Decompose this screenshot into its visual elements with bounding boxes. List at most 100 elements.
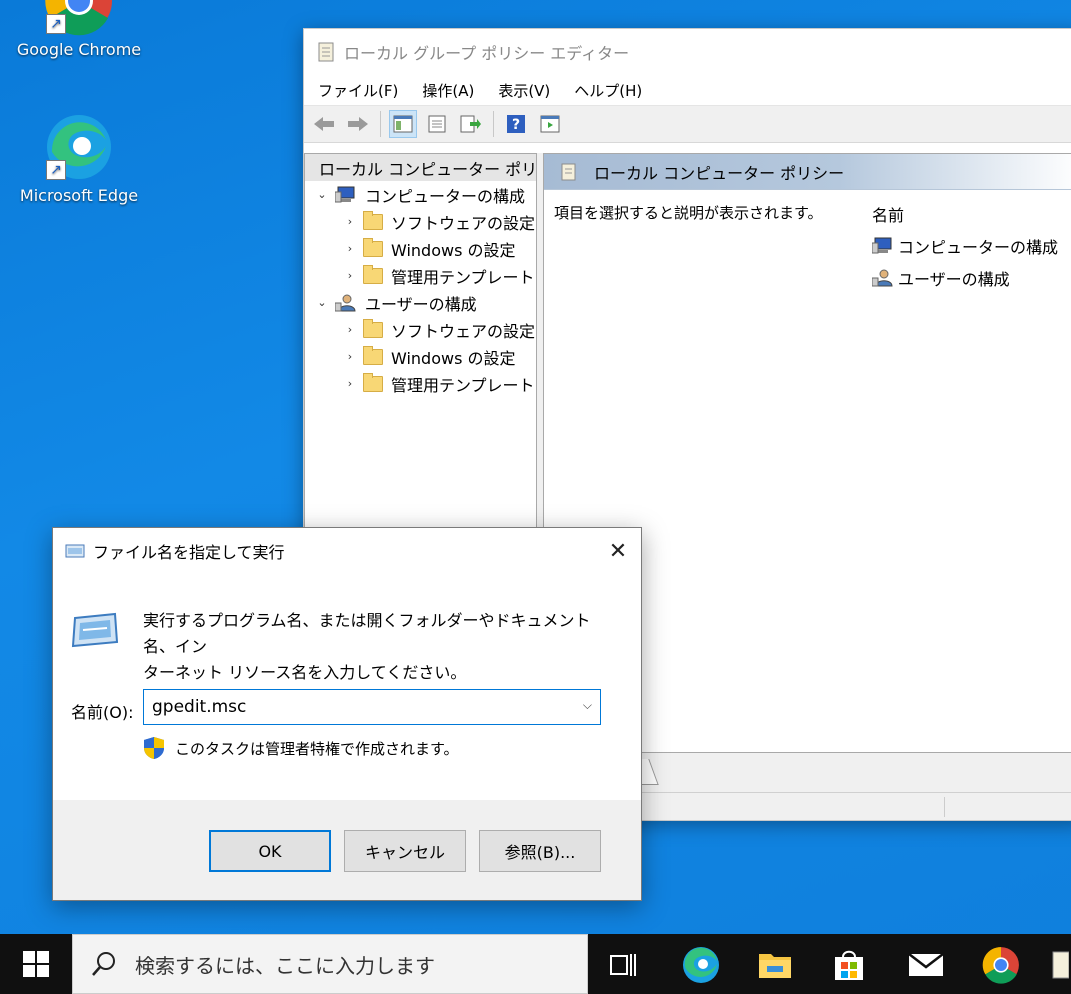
tree-item-computer-windows[interactable]: › Windows の設定 [305,235,536,262]
details-header: ローカル コンピューター ポリシー [544,154,1071,190]
desktop-icon-label: Microsoft Edge [19,186,139,205]
view-icon [540,115,560,133]
user-icon [335,294,356,311]
run-dialog: ファイル名を指定して実行 ✕ 実行するプログラム名、または開くフォルダーやドキュ… [52,527,642,901]
edge-icon [683,947,719,983]
chevron-down-icon[interactable]: ⌄ [315,188,329,201]
policy-icon [318,42,334,62]
menu-file[interactable]: ファイル(F) [318,80,398,101]
shortcut-arrow-icon: ↗ [46,160,66,180]
chrome-icon: ↗ [44,0,114,36]
gpedit-toolbar: ? [304,105,1071,143]
computer-icon [872,237,892,254]
column-header-name[interactable]: 名前 [872,202,1058,226]
chevron-right-icon[interactable]: › [343,350,357,363]
run-title: ファイル名を指定して実行 [93,543,285,562]
folder-icon [363,318,383,338]
tree-item-user-admin-templates[interactable]: › 管理用テンプレート [305,370,536,397]
properties-button[interactable] [423,110,451,138]
chevron-right-icon[interactable]: › [343,242,357,255]
run-titlebar[interactable]: ファイル名を指定して実行 [53,528,641,574]
menu-help[interactable]: ヘルプ(H) [574,80,642,101]
name-label: 名前(O): [71,703,134,722]
policy-icon [561,163,576,180]
close-icon: ✕ [608,538,628,564]
chevron-down-icon[interactable]: ⌵ [583,698,592,713]
show-hide-tree-button[interactable] [389,110,417,138]
taskbar-search[interactable]: 検索するには、ここに入力します [72,934,588,994]
gpedit-title: ローカル グループ ポリシー エディター [344,44,630,63]
taskbar-mail[interactable] [903,942,949,988]
menu-view[interactable]: 表示(V) [498,80,550,101]
gpedit-menubar: ファイル(F) 操作(A) 表示(V) ヘルプ(H) [304,75,1071,105]
taskbar-store[interactable] [826,942,872,988]
chevron-right-icon[interactable]: › [343,377,357,390]
tree-item-computer-config[interactable]: ⌄ コンピューターの構成 [305,181,536,208]
shortcut-arrow-icon: ↗ [46,14,66,34]
ok-button[interactable]: OK [209,830,331,872]
forward-button[interactable] [344,110,372,138]
windows-logo-icon [23,951,49,977]
list-item-user-config[interactable]: ユーザーの構成 [872,266,1058,290]
view-button[interactable] [536,110,564,138]
folder-icon [363,210,383,230]
search-icon [92,952,115,976]
search-placeholder: 検索するには、ここに入力します [135,953,435,978]
details-list: 名前 コンピューターの構成 ユーザーの構成 [872,202,1058,290]
task-view-button[interactable] [600,942,646,988]
task-view-icon [610,954,636,976]
run-message: 実行するプログラム名、または開くフォルダーやドキュメント名、イン ターネット リ… [143,611,591,682]
console-tree-icon [393,115,413,133]
edge-icon: ↗ [44,112,114,182]
desktop-icon-label: Google Chrome [16,40,142,59]
help-icon: ? [507,115,525,133]
command-combobox[interactable]: gpedit.msc ⌵ [143,689,601,725]
export-icon [460,115,481,133]
mail-icon [908,953,944,976]
chevron-down-icon[interactable]: ⌄ [315,296,329,309]
uac-shield-icon [144,737,164,759]
close-button[interactable]: ✕ [595,528,641,574]
chevron-right-icon[interactable]: › [343,215,357,228]
admin-note: このタスクは管理者特権で作成されます。 [143,736,459,760]
user-icon [872,269,893,287]
chrome-icon [982,947,1019,984]
arrow-right-icon [348,117,368,131]
tree-item-computer-software[interactable]: › ソフトウェアの設定 [305,208,536,235]
back-button[interactable] [310,110,338,138]
desktop-icon-chrome[interactable]: ↗ Google Chrome [9,0,149,59]
list-item-computer-config[interactable]: コンピューターの構成 [872,234,1058,258]
chevron-right-icon[interactable]: › [343,269,357,282]
tree-item-computer-admin-templates[interactable]: › 管理用テンプレート [305,262,536,289]
menu-action[interactable]: 操作(A) [422,80,474,101]
help-button[interactable]: ? [502,110,530,138]
details-description: 項目を選択すると説明が表示されます。 [554,204,823,222]
policy-icon [1052,951,1069,979]
svg-text:?: ? [512,117,520,133]
taskbar-chrome[interactable] [978,942,1024,988]
run-footer: OK キャンセル 参照(B)... [53,800,641,900]
start-button[interactable] [0,934,72,994]
browse-button[interactable]: 参照(B)... [479,830,601,872]
store-icon [835,950,863,980]
file-explorer-icon [759,954,791,978]
desktop-icon-edge[interactable]: ↗ Microsoft Edge [9,112,149,205]
arrow-left-icon [314,117,334,131]
command-input-value[interactable]: gpedit.msc [152,697,246,717]
taskbar-file-explorer[interactable] [752,942,798,988]
export-list-button[interactable] [457,110,485,138]
tree-item-user-config[interactable]: ⌄ ユーザーの構成 [305,289,536,316]
cancel-button[interactable]: キャンセル [344,830,466,872]
tree-item-root[interactable]: ローカル コンピューター ポリシー [305,154,536,181]
computer-icon [335,186,355,202]
folder-icon [363,345,383,365]
taskbar-edge[interactable] [678,942,724,988]
properties-icon [428,115,446,133]
chevron-right-icon[interactable]: › [343,323,357,336]
tree-item-user-software[interactable]: › ソフトウェアの設定 [305,316,536,343]
tree-item-user-windows[interactable]: › Windows の設定 [305,343,536,370]
folder-icon [363,237,383,257]
taskbar-gpedit[interactable] [1044,942,1071,988]
gpedit-titlebar[interactable]: ローカル グループ ポリシー エディター [304,29,1071,75]
run-icon [65,544,85,558]
